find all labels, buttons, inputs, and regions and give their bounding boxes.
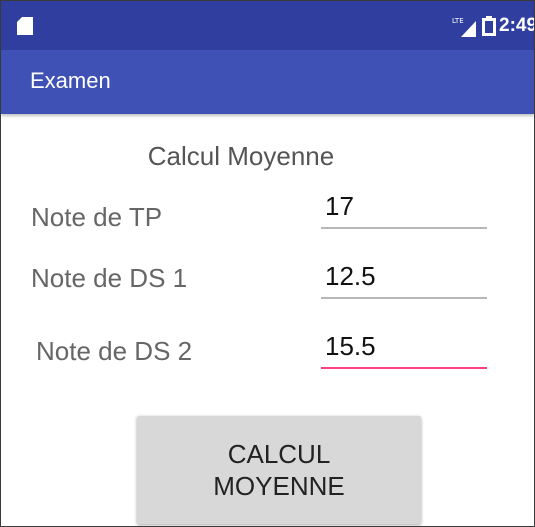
ds1-input[interactable]: 12.5 xyxy=(321,259,487,299)
ds1-label: Note de DS 1 xyxy=(31,263,188,293)
ds2-label: Note de DS 2 xyxy=(36,336,193,366)
app-bar: Examen xyxy=(1,50,534,114)
app-title: Examen xyxy=(30,68,111,93)
tp-input[interactable]: 17 xyxy=(321,189,487,229)
ds2-input[interactable]: 15.5 xyxy=(321,329,487,369)
status-bar: LTE 2:49 xyxy=(1,1,534,50)
calculate-average-button-label: CALCUL MOYENNE xyxy=(213,439,345,501)
lte-signal-icon: LTE xyxy=(452,17,476,37)
svg-text:LTE: LTE xyxy=(452,17,464,25)
tp-label: Note de TP xyxy=(31,202,163,232)
sim-card-icon xyxy=(17,17,33,35)
battery-icon xyxy=(482,16,496,36)
phone-screen: LTE 2:49 Examen Calcul Moyenne Note de T… xyxy=(0,0,535,527)
clock: 2:49 xyxy=(499,15,535,36)
calculate-average-button[interactable]: CALCUL MOYENNE xyxy=(137,416,421,524)
form-heading: Calcul Moyenne xyxy=(147,141,335,171)
